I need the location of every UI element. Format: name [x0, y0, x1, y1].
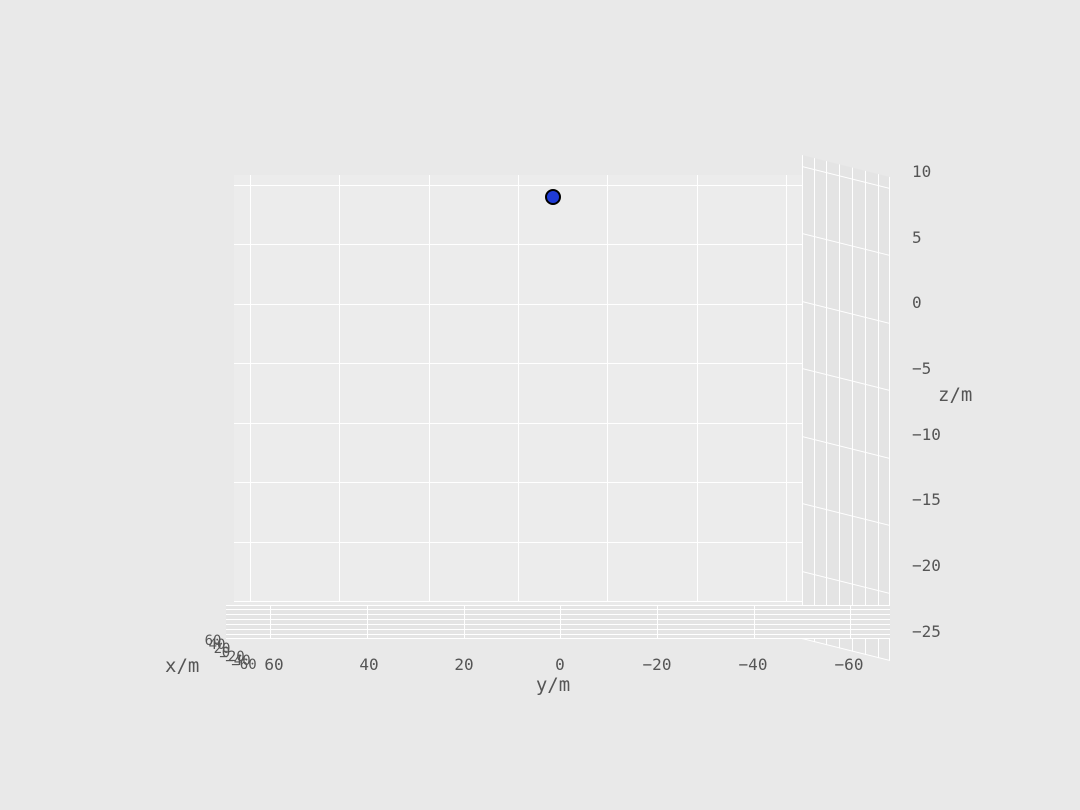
x-axis-label: x/m: [165, 655, 199, 677]
z-tick: 0: [912, 293, 922, 312]
y-tick: 40: [359, 655, 378, 674]
y-tick: −20: [643, 655, 672, 674]
y-tick: 60: [264, 655, 283, 674]
z-tick: 10: [912, 162, 931, 181]
z-tick: −10: [912, 425, 941, 444]
figure: 60 40 20 0 −20 −40 −60 10 5 0 −5 −10 −15…: [0, 0, 1080, 810]
z-tick: 5: [912, 228, 922, 247]
plot-back-wall: [234, 175, 802, 602]
data-point: [545, 189, 561, 205]
y-tick: −40: [739, 655, 768, 674]
x-tick: −60: [231, 657, 256, 673]
y-tick: 0: [555, 655, 565, 674]
z-tick: −25: [912, 622, 941, 641]
floor-plane: [226, 605, 890, 639]
z-axis-label: z/m: [938, 384, 972, 406]
z-tick: −15: [912, 490, 941, 509]
y-axis-label: y/m: [536, 674, 570, 696]
y-tick: 20: [454, 655, 473, 674]
z-tick: −5: [912, 359, 931, 378]
side-wall: [802, 155, 890, 661]
z-tick: −20: [912, 556, 941, 575]
y-tick: −60: [835, 655, 864, 674]
